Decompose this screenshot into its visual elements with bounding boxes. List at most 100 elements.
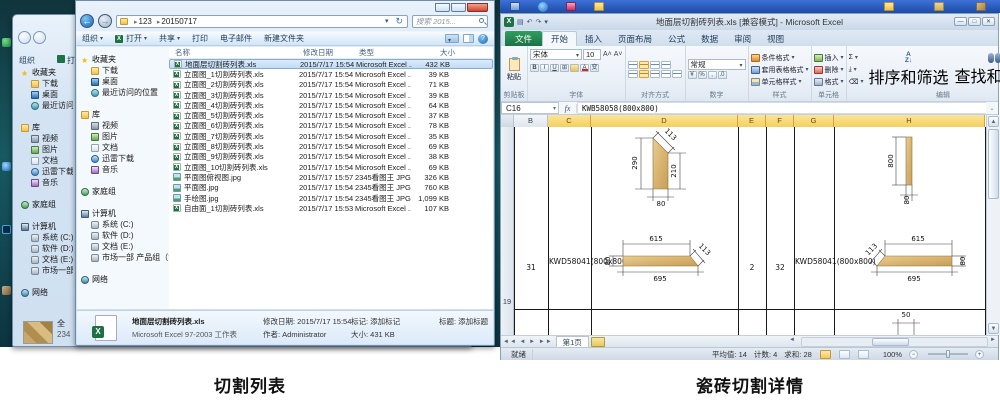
file-row[interactable]: 立面图_8切割砖列表.xls 2015/7/17 15:54 Microsoft… xyxy=(169,141,493,151)
percent-icon[interactable]: % xyxy=(698,71,707,79)
delete-cells-button[interactable]: 删除 xyxy=(814,64,844,76)
paste-button[interactable]: 粘贴 xyxy=(503,48,525,91)
sidebar-item[interactable]: 库 xyxy=(77,109,169,120)
normal-view-icon[interactable] xyxy=(820,350,831,359)
desktop-icon[interactable] xyxy=(2,286,11,295)
cell-F19[interactable]: 32 xyxy=(766,263,794,272)
column-type[interactable]: 类型 xyxy=(359,47,415,58)
sidebar-item[interactable]: 计算机 xyxy=(77,208,169,219)
format-as-table-button[interactable]: 套用表格格式 xyxy=(751,64,809,76)
open-button[interactable]: X打开 xyxy=(109,33,153,44)
help-icon[interactable]: ? xyxy=(478,34,488,44)
sidebar-item[interactable]: 收藏夹 xyxy=(77,54,169,65)
sidebar-item[interactable]: 网络 xyxy=(77,274,169,285)
sidebar-item[interactable]: 网络 xyxy=(17,287,73,298)
comma-icon[interactable]: , xyxy=(708,71,717,79)
cell-C19[interactable]: KWD58041(800x800) xyxy=(549,257,590,266)
zoom-slider-knob[interactable] xyxy=(946,350,950,358)
sidebar-item[interactable]: 最近访问的位置 xyxy=(77,87,169,98)
taskbar-item[interactable] xyxy=(588,1,610,12)
sidebar-item[interactable]: 市场一部 产品组（专用） xyxy=(77,252,169,263)
sidebar-item[interactable]: 桌面 xyxy=(17,89,73,100)
align-center-icon[interactable] xyxy=(639,70,649,78)
taskbar-item[interactable] xyxy=(504,1,526,12)
merge-center-icon[interactable] xyxy=(672,70,682,78)
minimize-button[interactable]: — xyxy=(954,17,967,26)
row-header-19[interactable]: 19 xyxy=(501,297,513,306)
align-middle-icon[interactable] xyxy=(639,61,649,69)
sidebar-item[interactable]: 系统 (C:) xyxy=(77,219,169,230)
insert-worksheet-icon[interactable] xyxy=(591,337,605,347)
column-header-E[interactable]: E xyxy=(738,115,766,127)
conditional-formatting-button[interactable]: 条件格式 xyxy=(751,52,809,64)
address-field[interactable]: 123 20150717 ▾ ↻ xyxy=(116,15,408,28)
zoom-level[interactable]: 100% xyxy=(883,350,902,359)
new-folder-button[interactable]: 新建文件夹 xyxy=(258,33,310,44)
insert-cells-button[interactable]: 插入 xyxy=(814,52,844,64)
orientation-icon[interactable] xyxy=(661,61,671,69)
sidebar-item[interactable]: 文档 (E:) xyxy=(77,241,169,252)
sidebar-item[interactable]: 图片 xyxy=(17,144,73,155)
underline-button[interactable]: U xyxy=(550,64,559,72)
tab-data[interactable]: 数据 xyxy=(693,31,726,46)
fx-icon[interactable]: fx xyxy=(559,104,577,113)
clear-button[interactable]: ⌫ xyxy=(849,76,864,88)
file-row[interactable]: 平面图.jpg 2015/7/17 15:54 2345看图王 JPG ... … xyxy=(169,183,493,193)
back-button[interactable]: ← xyxy=(80,14,94,28)
sidebar-item[interactable]: 视频 xyxy=(77,120,169,131)
indent-icon[interactable] xyxy=(661,70,671,78)
sidebar-item[interactable]: 家庭组 xyxy=(17,199,73,210)
fill-button[interactable]: ⤓ xyxy=(849,64,864,76)
decimal-icons[interactable]: .0 xyxy=(718,71,727,79)
taskbar-item[interactable] xyxy=(560,1,582,12)
tab-page-layout[interactable]: 页面布局 xyxy=(610,31,660,46)
fill-color-button[interactable] xyxy=(570,64,579,72)
page-break-view-icon[interactable] xyxy=(858,350,869,359)
sidebar-item[interactable]: 软件 (D:) xyxy=(17,243,73,254)
sidebar-item[interactable]: 下载 xyxy=(77,65,169,76)
sidebar-item[interactable]: 下载 xyxy=(17,78,73,89)
column-header-F[interactable]: F xyxy=(766,115,794,127)
zoom-in-icon[interactable]: + xyxy=(975,350,984,359)
column-size[interactable]: 大小 xyxy=(415,47,455,58)
qq-icon[interactable] xyxy=(2,162,11,171)
minimize-button[interactable] xyxy=(435,3,450,12)
hscroll-right-icon[interactable]: ► xyxy=(990,337,996,343)
detail-tags[interactable]: 标记: 添加标记 xyxy=(351,316,400,327)
sheet-tab[interactable]: 第1页 xyxy=(556,336,589,347)
vertical-scrollbar[interactable]: ▲ ▼ xyxy=(986,115,1000,335)
grow-font-icon[interactable]: A˄ xyxy=(603,51,612,58)
sort-filter-button[interactable]: AZ↓ 排序和筛选 xyxy=(868,52,948,88)
page-layout-view-icon[interactable] xyxy=(839,350,850,359)
sidebar-item[interactable]: 视频 xyxy=(17,133,73,144)
sidebar-item[interactable]: 文档 xyxy=(17,155,73,166)
file-row[interactable]: 立面图_10切割砖列表.xls 2015/7/17 15:54 Microsof… xyxy=(169,162,493,172)
sidebar-item[interactable]: 收藏夹 xyxy=(17,67,73,78)
scroll-up-icon[interactable]: ▲ xyxy=(988,116,999,127)
zoom-slider[interactable] xyxy=(928,353,968,355)
search-input[interactable]: 搜索 2015... xyxy=(412,15,488,28)
tab-file[interactable]: 文件 xyxy=(505,31,542,46)
font-size-select[interactable]: 10 xyxy=(583,49,601,60)
sidebar-item[interactable]: 市场一部 产品组（专用） xyxy=(17,265,73,276)
share-button[interactable]: 共享 xyxy=(153,33,186,44)
scrollbar-thumb[interactable] xyxy=(872,338,909,346)
bold-button[interactable]: B xyxy=(530,64,539,72)
border-button[interactable]: ⊞ xyxy=(560,64,569,72)
sidebar-item[interactable]: 文档 xyxy=(77,142,169,153)
organize-button[interactable]: 组织 xyxy=(76,33,109,44)
cell-G19[interactable]: KWD58041(800x800) xyxy=(795,257,833,266)
find-select-button[interactable]: 查找和选择 xyxy=(955,53,1000,87)
cell-styles-button[interactable]: 单元格样式 xyxy=(751,76,809,88)
align-top-icon[interactable] xyxy=(628,61,638,69)
breadcrumb[interactable]: 123 xyxy=(131,17,154,26)
sidebar-item[interactable]: 音乐 xyxy=(17,177,73,188)
file-row[interactable]: 立面图_3切割砖列表.xls 2015/7/17 15:54 Microsoft… xyxy=(169,90,493,100)
print-button[interactable]: 打印 xyxy=(186,33,214,44)
expand-formula-bar-icon[interactable]: ⌄ xyxy=(986,105,998,112)
tab-view[interactable]: 视图 xyxy=(759,31,792,46)
align-left-icon[interactable] xyxy=(628,70,638,78)
file-row[interactable]: 立面图_4切割砖列表.xls 2015/7/17 15:54 Microsoft… xyxy=(169,100,493,110)
sidebar-item[interactable]: 软件 (D:) xyxy=(77,230,169,241)
row-header-column[interactable]: 19 20 xyxy=(501,127,514,335)
